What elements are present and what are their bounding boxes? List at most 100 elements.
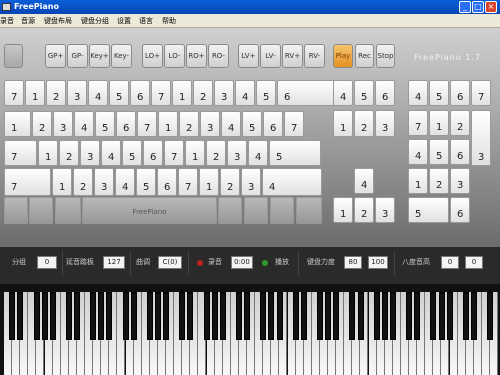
- stop-button[interactable]: Stop: [376, 44, 395, 68]
- keyboard-key[interactable]: 3: [67, 80, 87, 106]
- keyboard-key[interactable]: 7: [137, 111, 157, 137]
- keyboard-key[interactable]: 6: [277, 80, 335, 106]
- menu-keyboard-layout[interactable]: 键盘布局: [44, 14, 72, 28]
- keyboard-key[interactable]: 4: [235, 80, 255, 106]
- piano-black-key[interactable]: [179, 292, 186, 340]
- piano-black-key[interactable]: [300, 292, 307, 340]
- keyboard-key[interactable]: 7: [151, 80, 171, 106]
- keyboard-key[interactable]: 2: [59, 140, 79, 166]
- keyboard-key[interactable]: 5: [95, 111, 115, 137]
- keyboard-key[interactable]: 1: [408, 168, 428, 194]
- piano-black-key[interactable]: [122, 292, 129, 340]
- lo-plus-button[interactable]: LO+: [142, 44, 163, 68]
- keyboard-key[interactable]: 1: [429, 110, 449, 136]
- keyboard-key[interactable]: 7: [4, 140, 37, 166]
- keyboard-key[interactable]: 4: [408, 80, 428, 106]
- keyboard-key[interactable]: 7: [4, 168, 51, 196]
- piano-black-key[interactable]: [414, 292, 421, 340]
- octave-left-value[interactable]: 0: [441, 256, 459, 269]
- keyboard-key[interactable]: 7: [284, 111, 304, 137]
- piano-black-key[interactable]: [317, 292, 323, 340]
- piano-black-key[interactable]: [33, 292, 40, 340]
- keyboard-key[interactable]: 3: [200, 111, 220, 137]
- gp-minus-button[interactable]: GP-: [67, 44, 88, 68]
- keyboard-key[interactable]: 3: [450, 168, 470, 194]
- keyboard-key[interactable]: 5: [429, 139, 449, 165]
- menu-settings[interactable]: 设置: [117, 14, 131, 28]
- keyboard-key[interactable]: [55, 197, 81, 224]
- piano-black-key[interactable]: [219, 292, 226, 340]
- key-minus-button[interactable]: Key-: [111, 44, 132, 68]
- piano-black-key[interactable]: [470, 292, 477, 340]
- keyboard-key[interactable]: 6: [143, 140, 163, 166]
- piano-black-key[interactable]: [325, 292, 332, 340]
- keyboard-key[interactable]: 6: [116, 111, 136, 137]
- piano-black-key[interactable]: [74, 292, 80, 340]
- record-label[interactable]: 录音: [208, 257, 222, 267]
- keyboard-key[interactable]: 3: [80, 140, 100, 166]
- piano-black-key[interactable]: [381, 292, 388, 340]
- keyboard-key[interactable]: 4: [354, 168, 374, 194]
- lo-minus-button[interactable]: LO-: [164, 44, 185, 68]
- rv-plus-button[interactable]: RV+: [282, 44, 303, 68]
- piano-black-key[interactable]: [9, 292, 16, 340]
- piano-black-key[interactable]: [163, 292, 170, 340]
- ro-plus-button[interactable]: RO+: [186, 44, 207, 68]
- keyboard-key[interactable]: 1: [172, 80, 192, 106]
- keyboard-key[interactable]: 2: [220, 168, 240, 196]
- keyboard-key[interactable]: 7: [164, 140, 184, 166]
- piano-black-key[interactable]: [244, 292, 251, 340]
- keyboard-key[interactable]: 7: [4, 80, 24, 106]
- piano-black-key[interactable]: [17, 292, 24, 340]
- keyboard-key[interactable]: 4: [333, 80, 353, 106]
- piano-black-key[interactable]: [357, 292, 364, 340]
- keyboard-key[interactable]: 2: [206, 140, 226, 166]
- keyboard-key[interactable]: 3: [375, 197, 395, 223]
- close-button[interactable]: ×: [485, 1, 497, 13]
- keyboard-key[interactable]: 2: [429, 168, 449, 194]
- keyboard-key[interactable]: 6: [450, 80, 470, 106]
- keyboard-key[interactable]: [4, 197, 28, 224]
- keyboard-key[interactable]: 1: [52, 168, 72, 196]
- piano-black-key[interactable]: [260, 292, 267, 340]
- maximize-button[interactable]: □: [472, 1, 484, 13]
- piano-black-key[interactable]: [203, 292, 210, 340]
- piano-black-key[interactable]: [292, 292, 299, 340]
- menu-keyboard-groups[interactable]: 键盘分组: [81, 14, 109, 28]
- keyboard-key[interactable]: 3: [214, 80, 234, 106]
- keyboard-key[interactable]: 4: [262, 168, 322, 196]
- keyboard-key[interactable]: 1: [333, 110, 353, 137]
- keyboard-key[interactable]: 2: [450, 110, 470, 136]
- piano-black-key[interactable]: [211, 292, 218, 340]
- keyboard-key[interactable]: 4: [101, 140, 121, 166]
- menu-record[interactable]: 录音: [0, 14, 14, 28]
- piano-black-key[interactable]: [389, 292, 396, 340]
- octave-right-value[interactable]: 0: [465, 256, 483, 269]
- keyboard-key[interactable]: 4: [248, 140, 268, 166]
- blank-function-key[interactable]: [4, 44, 23, 68]
- minimize-button[interactable]: _: [459, 1, 471, 13]
- ro-minus-button[interactable]: RO-: [208, 44, 229, 68]
- keyboard-key[interactable]: 3: [53, 111, 73, 137]
- keyboard-key[interactable]: 3: [94, 168, 114, 196]
- keyboard-key[interactable]: 3: [241, 168, 261, 196]
- piano-black-key[interactable]: [98, 292, 105, 340]
- keyboard-key[interactable]: 2: [193, 80, 213, 106]
- keyboard-key[interactable]: 4: [115, 168, 135, 196]
- piano-black-key[interactable]: [106, 292, 113, 340]
- keyboard-key[interactable]: 4: [88, 80, 108, 106]
- keyboard-key[interactable]: 2: [46, 80, 66, 106]
- keyboard-key[interactable]: 5: [408, 197, 449, 223]
- piano-black-key[interactable]: [268, 292, 275, 340]
- lv-plus-button[interactable]: LV+: [238, 44, 259, 68]
- piano-black-key[interactable]: [487, 292, 494, 340]
- piano-black-key[interactable]: [90, 292, 97, 340]
- keyboard-key[interactable]: 1: [185, 140, 205, 166]
- keyboard-key[interactable]: 6: [157, 168, 177, 196]
- keyboard-key[interactable]: [244, 197, 268, 224]
- velocity-right-value[interactable]: 100: [368, 256, 388, 269]
- piano-black-key[interactable]: [349, 292, 356, 340]
- keyboard-key[interactable]: 6: [263, 111, 283, 137]
- piano-black-key[interactable]: [41, 292, 48, 340]
- piano-black-key[interactable]: [130, 292, 137, 340]
